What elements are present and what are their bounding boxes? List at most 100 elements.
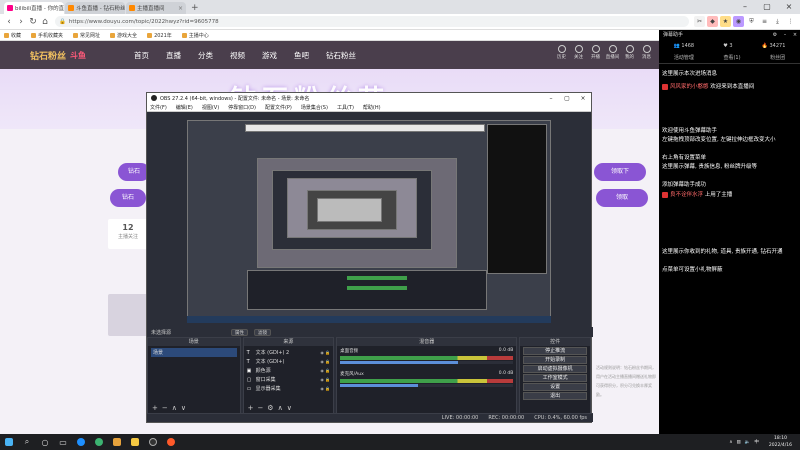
chat-tab[interactable]: 查看(1) <box>723 54 740 61</box>
bookmark-item[interactable]: 收藏 <box>4 32 21 39</box>
browser-icon[interactable] <box>90 434 108 450</box>
volume-slider[interactable] <box>340 384 514 387</box>
room-icon[interactable]: 直播间 <box>604 45 621 60</box>
site-nav-item[interactable]: 分类 <box>198 50 213 61</box>
obs-menu-item[interactable]: 停靠窗口(D) <box>228 104 256 111</box>
site-nav-item[interactable]: 视频 <box>230 50 245 61</box>
forward-icon[interactable]: › <box>15 17 27 27</box>
scene-item[interactable]: 场景 <box>151 348 237 357</box>
search-icon[interactable]: ⌕ <box>18 434 36 450</box>
properties-button[interactable]: 属性 <box>231 328 249 336</box>
settings-button[interactable]: 设置 <box>523 383 587 391</box>
menu-icon[interactable]: ≡ <box>759 16 770 27</box>
site-nav-item[interactable]: 直播 <box>166 50 181 61</box>
extension-icon[interactable]: ✂ <box>694 16 705 27</box>
source-item[interactable]: ▭ 显示器采集 ◉ 🔒 <box>247 384 331 393</box>
start-icon[interactable] <box>0 434 18 450</box>
shield-icon[interactable]: ⛨ <box>746 16 757 27</box>
obs-menu-item[interactable]: 编辑(E) <box>176 104 193 111</box>
site-nav-item[interactable]: 鱼吧 <box>294 50 309 61</box>
settings-icon[interactable]: ⚙ <box>770 30 780 40</box>
user-icon[interactable]: 我的 <box>621 45 638 60</box>
bookmark-item[interactable]: 2021年 <box>147 32 172 39</box>
obs-menu-item[interactable]: 配置文件(P) <box>265 104 292 111</box>
reload-icon[interactable]: ↻ <box>27 17 39 27</box>
task-view-icon[interactable]: ▭ <box>54 434 72 450</box>
extension-icon[interactable]: ◆ <box>707 16 718 27</box>
chat-tabs: 活动管理 查看(1) 粉丝团 <box>659 52 800 64</box>
promo-pill[interactable]: 领取下 <box>594 163 646 181</box>
history-icon[interactable]: 历史 <box>553 45 570 60</box>
explorer-icon[interactable] <box>126 434 144 450</box>
message-icon[interactable]: 消息 <box>638 45 655 60</box>
extension-icon[interactable]: ★ <box>720 16 731 27</box>
browser-tab-1[interactable]: 斗鱼直播 - 钻石粉丝 × <box>65 2 125 14</box>
chat-tab[interactable]: 活动管理 <box>674 54 694 61</box>
tray-arrow-icon[interactable]: ∧ <box>729 440 732 445</box>
site-logo[interactable]: 钻石粉丝 斗鱼 <box>0 41 110 69</box>
start-recording-button[interactable]: 开始录制 <box>523 356 587 364</box>
obs-menu-item[interactable]: 场景集合(S) <box>301 104 328 111</box>
bookmark-item[interactable]: 主播中心 <box>181 32 209 39</box>
follow-count-card[interactable]: 12 主播关注 <box>108 219 148 249</box>
close-icon[interactable]: × <box>778 0 800 14</box>
follow-icon[interactable]: 关注 <box>570 45 587 60</box>
source-item[interactable]: ▢ 窗口采集 ◉ 🔒 <box>247 375 331 384</box>
back-icon[interactable]: ‹ <box>3 17 15 27</box>
filters-button[interactable]: 滤镜 <box>254 328 272 336</box>
home-icon[interactable]: ⌂ <box>39 17 51 27</box>
source-item[interactable]: T 文本 (GDI+) 2 ◉ 🔒 <box>247 348 331 357</box>
promo-pill[interactable]: 领取 <box>596 189 648 207</box>
download-icon[interactable]: ⤓ <box>772 16 783 27</box>
close-icon[interactable]: × <box>178 5 183 12</box>
edge-icon[interactable] <box>72 434 90 450</box>
obs-menu-item[interactable]: 工具(T) <box>337 104 354 111</box>
browser-tab-2[interactable]: 主播直播间 × <box>126 2 186 14</box>
chat-tab[interactable]: 粉丝团 <box>770 54 785 61</box>
minimize-icon[interactable]: – <box>780 30 790 40</box>
clock[interactable]: 18:10 2022/4/16 <box>769 435 792 449</box>
new-tab-button[interactable]: + <box>187 2 203 14</box>
source-controls[interactable]: +−⚙∧∨ <box>248 404 296 412</box>
close-icon[interactable]: × <box>575 95 591 102</box>
preview-layer <box>317 198 382 222</box>
site-nav-item[interactable]: 钻石粉丝 <box>326 50 356 61</box>
obs-menu-item[interactable]: 帮助(H) <box>363 104 381 111</box>
site-nav-item[interactable]: 首页 <box>134 50 149 61</box>
eye-icon: ◉ 🔒 <box>320 350 331 355</box>
cortana-icon[interactable]: ○ <box>36 434 54 450</box>
broadcast-icon[interactable]: 开播 <box>587 45 604 60</box>
source-item[interactable]: T 文本 (GDI+) ◉ 🔒 <box>247 357 331 366</box>
virtual-camera-button[interactable]: 启动虚拟摄像机 <box>523 365 587 373</box>
site-nav-item[interactable]: 游戏 <box>262 50 277 61</box>
studio-mode-button[interactable]: 工作室模式 <box>523 374 587 382</box>
maximize-icon[interactable]: ▢ <box>559 95 575 102</box>
maximize-icon[interactable]: ▢ <box>756 0 778 14</box>
douyu-icon[interactable] <box>162 434 180 450</box>
stop-stream-button[interactable]: 停止推流 <box>523 347 587 355</box>
close-icon[interactable]: × <box>790 30 800 40</box>
avatar[interactable] <box>108 294 148 336</box>
settings-icon[interactable]: ⋮ <box>785 16 796 27</box>
minimize-icon[interactable]: – <box>543 95 559 102</box>
ime-icon[interactable]: 中 <box>754 439 759 445</box>
obs-icon[interactable] <box>144 434 162 450</box>
bookmark-item[interactable]: 游戏大全 <box>110 32 137 39</box>
minimize-icon[interactable]: – <box>734 0 756 14</box>
scene-controls[interactable]: +−∧∨ <box>152 404 190 412</box>
volume-slider[interactable] <box>340 361 514 364</box>
network-icon[interactable]: ▥ <box>737 440 741 445</box>
bookmark-item[interactable]: 手机收藏夹 <box>31 32 63 39</box>
volume-icon[interactable]: 🔈 <box>745 440 751 445</box>
bookmark-item[interactable]: 常见网址 <box>73 32 100 39</box>
store-icon[interactable] <box>108 434 126 450</box>
address-bar[interactable]: 🔒 https://www.douyu.com/topic/2022hwyz?r… <box>55 16 689 27</box>
obs-menu-item[interactable]: 文件(F) <box>150 104 167 111</box>
promo-pill[interactable]: 钻石 <box>110 189 146 207</box>
source-item[interactable]: ▣ 颜色源 ◉ 🔒 <box>247 366 331 375</box>
obs-preview-canvas[interactable] <box>187 120 551 323</box>
browser-tab-0[interactable]: bilibili直播 - 你的直播间 × <box>4 2 64 14</box>
extension-icon[interactable]: ◉ <box>733 16 744 27</box>
obs-menu-item[interactable]: 视图(V) <box>202 104 219 111</box>
exit-button[interactable]: 退出 <box>523 392 587 400</box>
